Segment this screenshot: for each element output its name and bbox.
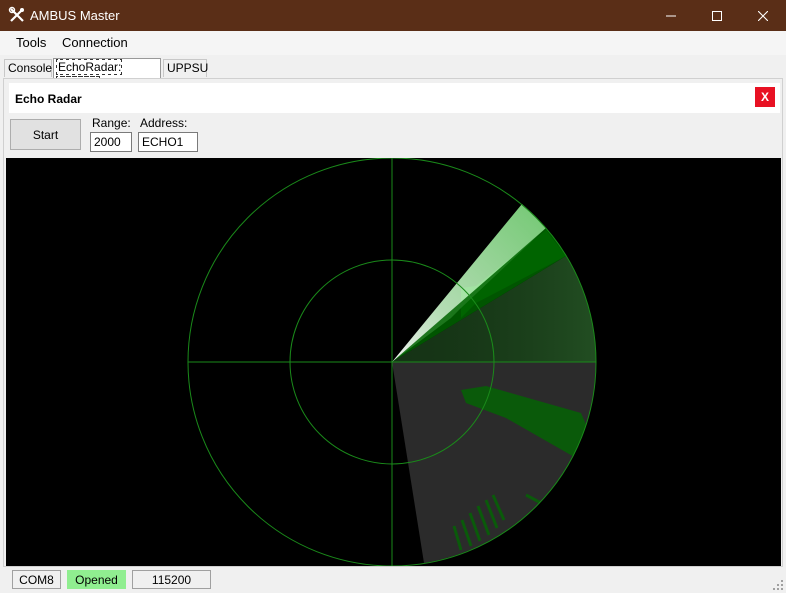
- radar-canvas: [187, 158, 597, 566]
- panel-close-label: X: [760, 90, 769, 104]
- menu-bar: Tools Connection: [0, 31, 786, 55]
- tools-icon: [8, 6, 24, 22]
- panel-title: Echo Radar: [15, 92, 82, 106]
- status-bar: COM8 Opened 115200: [0, 567, 786, 593]
- radar-display: [6, 158, 781, 566]
- echo-radar-tab-page: Echo Radar X Start Range: 2000 Address: …: [3, 78, 783, 567]
- resize-grip-icon[interactable]: [772, 579, 784, 591]
- maximize-icon: [712, 10, 722, 21]
- tab-echoradar[interactable]: EchoRadar: ECHO1: [53, 58, 161, 92]
- window-title: AMBUS Master: [30, 8, 120, 23]
- status-baud-rate: 115200: [132, 570, 211, 589]
- tab-console-label: Console: [8, 61, 53, 75]
- close-button[interactable]: [740, 0, 786, 31]
- title-bar: AMBUS Master: [0, 0, 786, 31]
- start-button[interactable]: Start: [10, 119, 81, 150]
- tab-strip: Console EchoRadar: ECHO1 UPPSU: [0, 58, 786, 92]
- range-input[interactable]: 2000: [90, 132, 132, 152]
- menu-connection[interactable]: Connection: [62, 35, 128, 50]
- minimize-icon: [666, 15, 676, 16]
- close-icon: [758, 10, 768, 21]
- panel-header: Echo Radar X: [9, 83, 780, 113]
- range-label: Range:: [92, 116, 131, 130]
- tab-console[interactable]: Console: [4, 59, 52, 77]
- status-port: COM8: [12, 570, 61, 589]
- address-label: Address:: [140, 116, 188, 130]
- status-connection-state: Opened: [67, 570, 126, 589]
- menu-tools[interactable]: Tools: [16, 35, 46, 50]
- address-input[interactable]: ECHO1: [138, 132, 198, 152]
- panel-close-button[interactable]: X: [755, 87, 775, 107]
- maximize-button[interactable]: [694, 0, 740, 31]
- minimize-button[interactable]: [648, 0, 694, 31]
- tab-uppsu-label: UPPSU: [167, 61, 209, 75]
- tab-uppsu[interactable]: UPPSU: [163, 59, 209, 77]
